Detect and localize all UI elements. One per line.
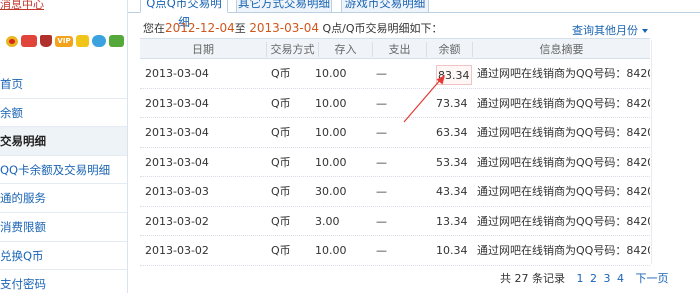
cell-info[interactable]: 通过网吧在线销商为QQ号码：842047 — [477, 236, 650, 266]
sidebar-item-transactions[interactable]: 交易明细 — [0, 127, 127, 156]
cell-in: 3.00 — [315, 214, 340, 228]
cell-out: — — [376, 244, 387, 257]
sidebar-item-home[interactable]: 首页 — [0, 70, 127, 99]
cell-balance: 10.34 — [436, 244, 468, 257]
cell-balance: 53.34 — [436, 155, 468, 169]
message-center-link[interactable]: 消息中心 — [0, 0, 44, 12]
tab-qpoint-qb[interactable]: Q点Q币交易明细 — [140, 0, 228, 29]
cell-balance: 13.34 — [436, 214, 468, 228]
cell-info[interactable]: 通过网吧在线销商为QQ号码：842047 — [477, 148, 650, 178]
sidebar-item-pay-password[interactable]: 支付密码 — [0, 270, 127, 293]
date-range-summary: 您在2012-12-04至 2013-03-04 Q点/Q币交易明细如下： — [143, 21, 443, 35]
cell-date: 2013-03-02 — [145, 244, 209, 257]
cell-info[interactable]: 通过网吧在线销商为QQ号码：842047 — [477, 207, 650, 237]
next-page-link[interactable]: 下一页 — [636, 272, 669, 285]
cell-in: 10.00 — [315, 244, 347, 257]
cell-in: 10.00 — [315, 96, 347, 110]
page-link-1[interactable]: 1 — [577, 272, 584, 285]
tab-game-coin[interactable]: 游戏币交易明细 — [341, 0, 429, 13]
header-date: 日期 — [192, 43, 214, 56]
end-date: 2013-03-04 — [249, 21, 319, 35]
header-balance: 余额 — [438, 43, 461, 56]
cell-out: — — [376, 155, 387, 169]
table-row: 2013-03-03 Q币 30.00 — 43.34 通过网吧在线销商为QQ号… — [140, 177, 650, 207]
heart-icon[interactable] — [6, 35, 18, 47]
table-row: 2013-03-02 Q币 3.00 — 13.34 通过网吧在线销商为QQ号码… — [140, 207, 650, 237]
cloud-icon[interactable] — [92, 35, 106, 47]
page-link-2[interactable]: 2 — [590, 272, 597, 285]
total-count: 27 — [514, 272, 529, 285]
sidebar: 消息中心 VIP 首页 余额 交易明细 QQ卡余额及交易明细 通的服务 消费限额… — [0, 0, 128, 293]
cell-out: — — [376, 67, 387, 80]
cell-type: Q币 — [271, 214, 291, 228]
game-icon[interactable] — [109, 35, 124, 47]
service-icons: VIP — [6, 33, 124, 49]
total-suffix: 条记录 — [532, 272, 565, 285]
cell-type: Q币 — [271, 67, 291, 80]
table-row: 2013-03-02 Q币 10.00 — 10.34 通过网吧在线销商为QQ号… — [140, 236, 650, 266]
page: 消息中心 VIP 首页 余额 交易明细 QQ卡余额及交易明细 通的服务 消费限额… — [0, 0, 700, 293]
start-date: 2012-12-04 — [165, 21, 235, 35]
cell-date: 2013-03-03 — [145, 185, 209, 198]
sidebar-item-balance[interactable]: 余额 — [0, 99, 127, 128]
bag-icon[interactable] — [40, 35, 52, 47]
cell-out: — — [376, 126, 387, 139]
cell-date: 2013-03-04 — [145, 155, 209, 169]
sidebar-item-exchange-qb[interactable]: 兑换Q币 — [0, 242, 127, 271]
table-header: 日期 交易方式 存入 支出 余额 信息摘要 — [140, 38, 650, 59]
cell-info[interactable]: 通过网吧在线销商为QQ号码：842047 — [477, 59, 650, 89]
tab-other-methods[interactable]: 其它方式交易明细 — [236, 0, 332, 13]
cell-info[interactable]: 通过网吧在线销商为QQ号码：842047 — [477, 89, 650, 119]
query-other-months-link[interactable]: 查询其他月份 — [572, 22, 648, 38]
page-link-4[interactable]: 4 — [617, 272, 624, 285]
sidebar-item-qq-card[interactable]: QQ卡余额及交易明细 — [0, 156, 127, 185]
annotation-arrow-icon — [403, 75, 445, 123]
cell-type: Q币 — [271, 126, 291, 139]
cell-out: — — [376, 185, 387, 198]
cell-in: 10.00 — [315, 126, 347, 139]
cell-in: 10.00 — [315, 67, 347, 80]
sidebar-nav: 首页 余额 交易明细 QQ卡余额及交易明细 通的服务 消费限额 兑换Q币 支付密… — [0, 70, 127, 293]
cell-date: 2013-03-04 — [145, 126, 209, 139]
cell-out: — — [376, 96, 387, 110]
shirt-icon[interactable] — [76, 35, 89, 47]
cell-info[interactable]: 通过网吧在线销商为QQ号码：842047 — [477, 177, 650, 207]
table-row: 2013-03-04 Q币 10.00 — 53.34 通过网吧在线销商为QQ号… — [140, 148, 650, 178]
header-type: 交易方式 — [270, 43, 315, 56]
cell-out: — — [376, 214, 387, 228]
cell-type: Q币 — [271, 185, 291, 198]
cell-in: 10.00 — [315, 155, 347, 169]
cell-date: 2013-03-04 — [145, 96, 209, 110]
fish-icon[interactable] — [21, 35, 37, 47]
cell-balance: 43.34 — [436, 185, 468, 198]
cell-in: 30.00 — [315, 185, 347, 198]
sidebar-item-services[interactable]: 通的服务 — [0, 184, 127, 213]
vip-icon[interactable]: VIP — [55, 35, 73, 47]
page-link-3[interactable]: 3 — [604, 272, 611, 285]
pagination: 共 27 条记录 1 2 3 4 下一页 — [500, 270, 669, 286]
cell-type: Q币 — [271, 96, 291, 110]
cell-type: Q币 — [271, 155, 291, 169]
cell-date: 2013-03-02 — [145, 214, 209, 228]
sidebar-item-spending-limit[interactable]: 消费限额 — [0, 213, 127, 242]
header-info: 信息摘要 — [539, 43, 584, 56]
cell-info[interactable]: 通过网吧在线销商为QQ号码：842047 — [477, 118, 650, 148]
header-in: 存入 — [334, 43, 357, 56]
table-right-border — [651, 40, 652, 264]
total-prefix: 共 — [500, 272, 511, 285]
chevron-down-icon — [642, 29, 648, 33]
cell-type: Q币 — [271, 244, 291, 257]
cell-date: 2013-03-04 — [145, 67, 209, 80]
header-out: 支出 — [388, 43, 411, 56]
